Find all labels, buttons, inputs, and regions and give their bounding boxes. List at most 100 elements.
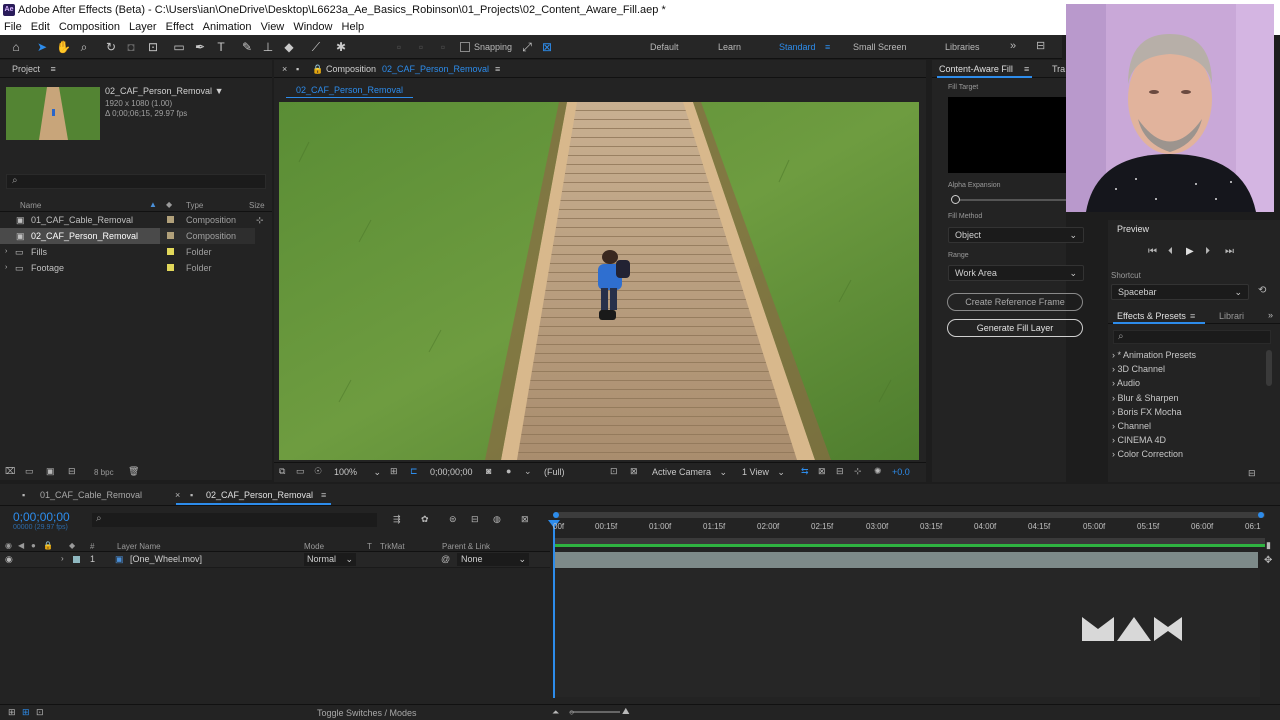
toggle-switches-modes-button[interactable]: Toggle Switches / Modes — [317, 708, 417, 718]
zoom-tool-icon[interactable]: ⌕ — [77, 40, 91, 54]
effects-list-item[interactable]: › 3D Channel — [1112, 364, 1165, 374]
snap-edges-icon[interactable]: ⤢ — [520, 40, 534, 54]
flowchart-icon[interactable]: ⊹ — [256, 212, 264, 228]
project-item[interactable]: ▣ 01_CAF_Cable_Removal Composition ⊹ — [0, 212, 272, 228]
snap-features-icon[interactable]: ⊠ — [540, 40, 554, 54]
modes-pane-icon[interactable]: ⊞ — [22, 707, 30, 718]
timeline-tab-person-removal[interactable]: 02_CAF_Person_Removal — [206, 490, 313, 500]
parent-dropdown[interactable]: None ⌄ — [457, 553, 529, 566]
eye-icon[interactable]: ◉ — [5, 554, 13, 565]
project-panel-title[interactable]: Project — [12, 64, 40, 74]
pen-tool-icon[interactable]: ✒ — [193, 40, 207, 54]
local-axis-icon[interactable]: ▫ — [392, 40, 406, 54]
rectangle-tool-icon[interactable]: ▭ — [172, 40, 186, 54]
work-area-bar[interactable] — [553, 512, 1265, 518]
roto-brush-tool-icon[interactable]: ⟋ — [309, 40, 323, 54]
workspace-default[interactable]: Default — [650, 42, 679, 52]
column-mode[interactable]: Mode — [304, 542, 324, 551]
pan-behind-tool-icon[interactable]: ⊡ — [146, 40, 160, 54]
comp-marker-bin-icon[interactable]: ✥ — [1264, 555, 1272, 566]
expand-arrow-icon[interactable]: › — [61, 554, 64, 563]
label-swatch[interactable] — [167, 232, 174, 239]
layer-switches-icon[interactable]: ⊞ — [8, 707, 16, 718]
column-type[interactable]: Type — [186, 201, 203, 210]
audio-switch-icon[interactable]: ◀ — [18, 541, 24, 550]
column-trkmat[interactable]: TrkMat — [380, 542, 405, 551]
parent-pick-whip-icon[interactable]: @ — [441, 554, 450, 564]
comp-info-name[interactable]: 02_CAF_Person_Removal ▼ — [105, 86, 224, 96]
project-item-selected[interactable]: ▣ 02_CAF_Person_Removal Composition — [0, 228, 272, 244]
video-switch-icon[interactable]: ◉ — [5, 541, 12, 550]
lock-switch-icon[interactable]: 🔒 — [43, 541, 53, 550]
layer-name[interactable]: [One_Wheel.mov] — [130, 554, 202, 564]
sort-ascending-icon[interactable]: ▲ — [149, 200, 157, 209]
shy-layers-icon[interactable]: ⊜ — [449, 514, 457, 525]
playhead[interactable] — [553, 520, 555, 698]
lock-icon[interactable]: ▪ — [296, 60, 299, 78]
always-preview-icon[interactable]: ⧉ — [279, 466, 285, 477]
next-frame-icon[interactable]: ⏵ — [1205, 246, 1210, 257]
effects-list-item[interactable]: › Channel — [1112, 421, 1151, 431]
project-item[interactable]: › ▭ Fills Folder — [0, 244, 272, 260]
workspace-menu-icon[interactable]: ≡ — [825, 42, 830, 52]
composition-viewer[interactable] — [279, 102, 919, 460]
chevron-down-icon[interactable]: ⌄ — [524, 466, 532, 477]
menu-layer[interactable]: Layer — [129, 21, 157, 33]
workspace-small-screen[interactable]: Small Screen — [853, 42, 907, 52]
column-size[interactable]: Size — [249, 201, 265, 210]
composition-tab-name[interactable]: 02_CAF_Person_Removal — [382, 60, 489, 78]
effects-scrollbar[interactable] — [1266, 350, 1272, 386]
project-item[interactable]: › ▭ Footage Folder — [0, 260, 272, 276]
composition-mini-flowchart-icon[interactable]: ⇶ — [393, 514, 401, 525]
world-axis-icon[interactable]: ▫ — [414, 40, 428, 54]
new-composition-icon[interactable]: ▣ — [46, 466, 55, 477]
project-settings-icon[interactable]: ⊟ — [68, 466, 76, 477]
search-help-icon[interactable]: ⊟ — [1036, 39, 1045, 52]
label-swatch[interactable] — [167, 248, 174, 255]
effects-list-item[interactable]: › Boris FX Mocha — [1112, 407, 1182, 417]
mask-visibility-icon[interactable]: ☉ — [314, 466, 322, 477]
toggle-transparency-icon[interactable]: ⊠ — [630, 466, 638, 477]
column-parent[interactable]: Parent & Link — [442, 542, 490, 551]
menu-animation[interactable]: Animation — [203, 21, 252, 33]
new-folder-icon[interactable]: ▭ — [25, 466, 34, 477]
clone-stamp-tool-icon[interactable]: ⊥ — [261, 40, 275, 54]
column-t[interactable]: T — [367, 542, 372, 551]
effects-list-item[interactable]: › Audio — [1112, 378, 1140, 388]
workspace-learn[interactable]: Learn — [718, 42, 741, 52]
range-dropdown[interactable]: Work Area ⌄ — [948, 265, 1084, 281]
effects-panel-title[interactable]: Effects & Presets — [1117, 311, 1186, 321]
label-column-icon[interactable]: ◆ — [166, 200, 172, 209]
close-tab-icon[interactable]: × — [175, 490, 180, 500]
tracker-tab[interactable]: Tra — [1052, 60, 1065, 78]
puppet-tool-icon[interactable]: ✱ — [334, 40, 348, 54]
exposure-reset-icon[interactable]: ✺ — [874, 466, 882, 477]
effects-list-item[interactable]: › Blur & Sharpen — [1112, 393, 1179, 403]
effects-list-item[interactable]: › * Animation Presets — [1112, 350, 1196, 360]
bit-depth-button[interactable]: 8 bpc — [94, 468, 114, 477]
timeline-layer-row[interactable]: ◉ › 1 ▣ [One_Wheel.mov] Normal ⌄ @ None ⌄ — [0, 552, 550, 568]
work-area-end-handle[interactable] — [1258, 512, 1264, 518]
expand-arrow-icon[interactable]: › — [5, 244, 7, 260]
work-area-start-handle[interactable] — [553, 512, 559, 518]
alpha-expansion-slider-handle[interactable] — [951, 195, 960, 204]
panel-menu-icon[interactable]: ≡ — [1190, 311, 1195, 321]
preview-panel-title[interactable]: Preview — [1117, 224, 1149, 234]
column-name[interactable]: Name — [20, 201, 41, 210]
rotation-tool-icon[interactable]: ↻ — [104, 40, 118, 54]
panel-menu-icon[interactable]: ≡ — [495, 60, 500, 78]
generate-fill-layer-button[interactable]: Generate Fill Layer — [947, 319, 1083, 337]
create-reference-frame-button[interactable]: Create Reference Frame — [947, 293, 1083, 311]
composition-tab-label[interactable]: Composition — [326, 60, 376, 78]
views-dropdown[interactable]: 1 View ⌄ — [742, 467, 785, 478]
panel-menu-icon[interactable]: ≡ — [321, 490, 326, 500]
lock-icon[interactable]: 🔒 — [312, 60, 323, 78]
effects-list-item[interactable]: › CINEMA 4D — [1112, 435, 1166, 445]
timeline-zoom-handle[interactable]: ○ — [569, 707, 574, 717]
first-frame-icon[interactable]: ⏮ — [1148, 246, 1157, 257]
fill-method-dropdown[interactable]: Object ⌄ — [948, 227, 1084, 243]
camera-tool-icon[interactable]: ◘ — [124, 40, 138, 54]
frame-blending-icon[interactable]: ⊟ — [471, 514, 479, 525]
new-bin-icon[interactable]: ⊟ — [1248, 468, 1256, 479]
effects-list-item[interactable]: › Color Correction — [1112, 449, 1183, 459]
